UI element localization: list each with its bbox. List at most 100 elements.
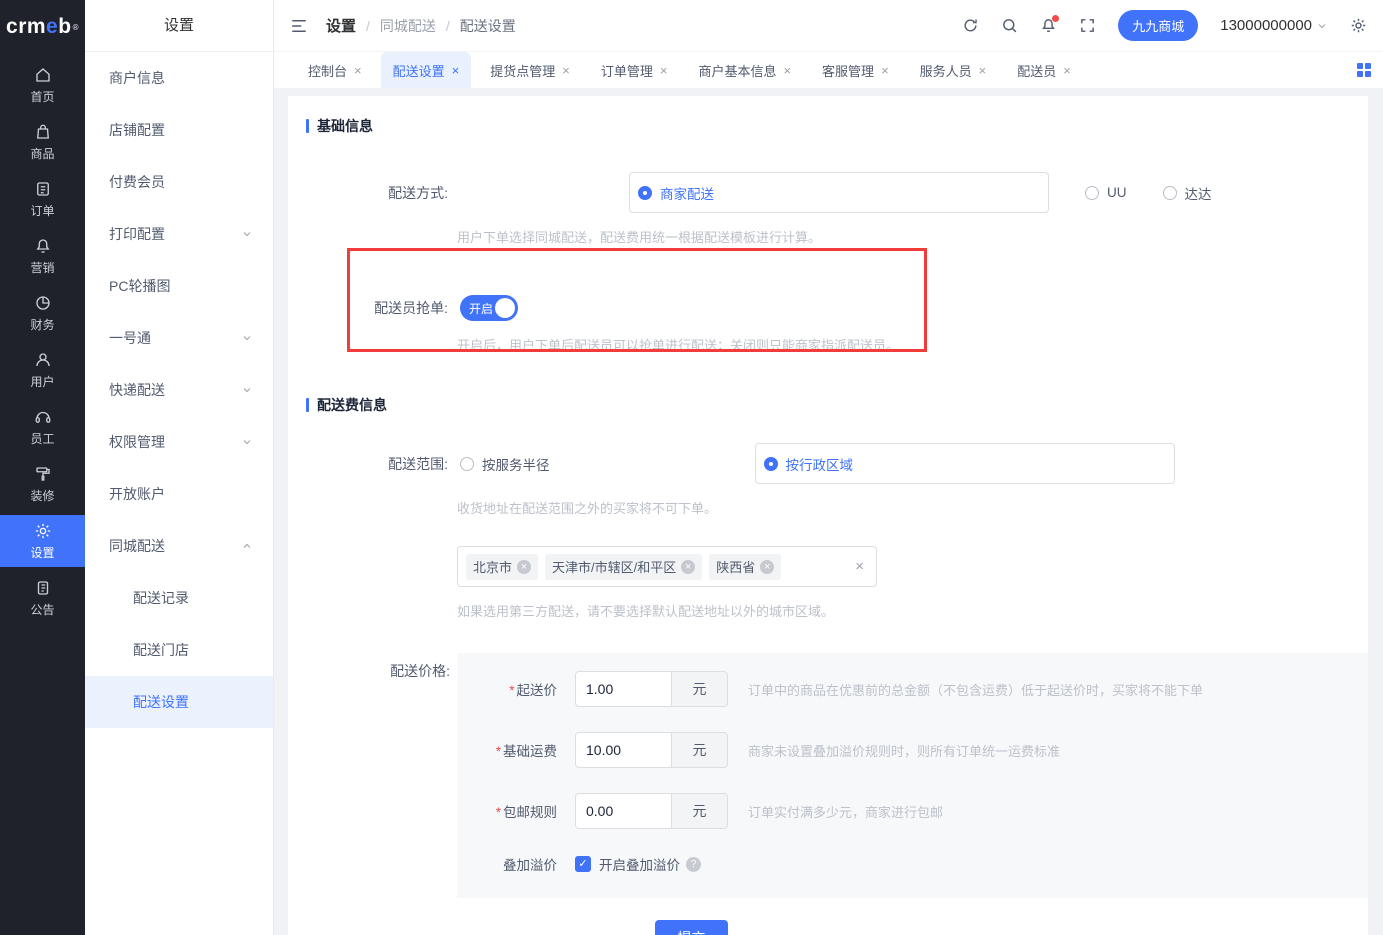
grab-order-toggle[interactable]: 开启 bbox=[460, 295, 518, 321]
submenu-item-print-config[interactable]: 打印配置 bbox=[85, 208, 273, 260]
tab-close-icon[interactable]: × bbox=[452, 64, 460, 77]
main-content-area: 基础信息 配送方式: 商家配送 UU 达达 用户下单选择同城配送，配送费用统一根… bbox=[274, 88, 1383, 935]
region-tag: 北京市 bbox=[466, 554, 538, 580]
tab-close-icon[interactable]: × bbox=[1063, 64, 1071, 77]
tab-close-icon[interactable]: × bbox=[660, 64, 668, 77]
breadcrumb-settings[interactable]: 设置 bbox=[326, 15, 356, 36]
submenu-item-delivery-records[interactable]: 配送记录 bbox=[85, 572, 273, 624]
radio-off-icon bbox=[460, 457, 474, 471]
breadcrumb-city-delivery[interactable]: 同城配送 bbox=[380, 16, 436, 36]
tab-delivery-settings[interactable]: 配送设置× bbox=[381, 52, 472, 88]
submenu-item-merchant-info[interactable]: 商户信息 bbox=[85, 52, 273, 104]
submenu-item-store-config[interactable]: 店铺配置 bbox=[85, 104, 273, 156]
base-freight-input[interactable] bbox=[575, 732, 672, 768]
section-title-basic: 基础信息 bbox=[306, 116, 1368, 136]
sidebar-item-orders[interactable]: 订单 bbox=[0, 173, 85, 225]
announcement-icon bbox=[34, 579, 52, 597]
delivery-range-options: 按服务半径 按行政区域 bbox=[460, 443, 1211, 484]
unit-yuan: 元 bbox=[671, 732, 728, 768]
tab-console[interactable]: 控制台× bbox=[296, 52, 374, 88]
grab-order-help: 开启后，用户下单后配送员可以抢单进行配送；关闭则只能商家指派配送员。 bbox=[457, 337, 1368, 355]
surcharge-checkbox[interactable] bbox=[575, 856, 591, 872]
surcharge-checkbox-label[interactable]: 开启叠加溢价 bbox=[599, 854, 680, 874]
pie-chart-icon bbox=[34, 294, 52, 312]
grab-order-label: 配送员抢单: bbox=[288, 298, 448, 318]
submenu-title: 设置 bbox=[85, 0, 273, 52]
primary-sidebar: crmeb® 首页 商品 订单 营销 财务 用户 员工 装修 设置 公告 bbox=[0, 0, 85, 935]
sidebar-item-settings[interactable]: 设置 bbox=[0, 515, 85, 567]
account-phone[interactable]: 13000000000 bbox=[1220, 17, 1328, 34]
settings-gear-icon[interactable] bbox=[1350, 17, 1367, 34]
submenu-item-delivery-settings[interactable]: 配送设置 bbox=[85, 676, 273, 728]
delivery-price-panel: 起送价 元 订单中的商品在优惠前的总金额（不包含运费）低于起送价时，买家将不能下… bbox=[457, 653, 1368, 898]
base-freight-desc: 商家未设置叠加溢价规则时，则所有订单统一运费标准 bbox=[748, 741, 1060, 760]
fullscreen-icon[interactable] bbox=[1079, 17, 1096, 34]
radio-service-radius[interactable]: 按服务半径 bbox=[460, 454, 550, 474]
base-freight-row: 基础运费 元 商家未设置叠加溢价规则时，则所有订单统一运费标准 bbox=[487, 732, 1368, 768]
chevron-up-icon bbox=[241, 540, 253, 552]
submenu-item-express-delivery[interactable]: 快递配送 bbox=[85, 364, 273, 416]
tab-close-icon[interactable]: × bbox=[783, 64, 791, 77]
remove-tag-icon[interactable] bbox=[760, 560, 774, 574]
unit-yuan: 元 bbox=[671, 671, 728, 707]
submenu-item-pc-banner[interactable]: PC轮播图 bbox=[85, 260, 273, 312]
tab-close-icon[interactable]: × bbox=[562, 64, 570, 77]
submenu-item-open-account[interactable]: 开放账户 bbox=[85, 468, 273, 520]
submenu-item-city-delivery[interactable]: 同城配送 bbox=[85, 520, 273, 572]
tab-service-staff[interactable]: 服务人员× bbox=[908, 52, 999, 88]
delivery-method-help: 用户下单选择同城配送，配送费用统一根据配送模板进行计算。 bbox=[457, 229, 1368, 247]
submenu-item-paid-member[interactable]: 付费会员 bbox=[85, 156, 273, 208]
free-shipping-rule-desc: 订单实付满多少元，商家进行包邮 bbox=[748, 802, 943, 821]
radio-admin-region[interactable]: 按行政区域 bbox=[755, 443, 1175, 484]
headset-icon bbox=[34, 408, 52, 426]
tab-delivery-staff[interactable]: 配送员× bbox=[1005, 52, 1083, 88]
tab-close-icon[interactable]: × bbox=[354, 64, 362, 77]
top-header: 设置 / 同城配送 / 配送设置 九九商城 13000000000 bbox=[274, 0, 1383, 52]
surcharge-row: 叠加溢价 开启叠加溢价 bbox=[487, 854, 1368, 874]
store-badge[interactable]: 九九商城 bbox=[1118, 10, 1198, 41]
radio-merchant-delivery[interactable]: 商家配送 bbox=[629, 172, 1049, 213]
collapse-menu-icon[interactable] bbox=[290, 17, 308, 35]
refresh-icon[interactable] bbox=[962, 17, 979, 34]
radio-dada[interactable]: 达达 bbox=[1163, 183, 1212, 203]
help-question-icon[interactable] bbox=[686, 857, 701, 872]
sidebar-item-marketing[interactable]: 营销 bbox=[0, 230, 85, 282]
breadcrumb-delivery-settings[interactable]: 配送设置 bbox=[460, 16, 516, 36]
delivery-price-label: 配送价格: bbox=[288, 653, 450, 681]
radio-uu[interactable]: UU bbox=[1085, 185, 1127, 200]
sidebar-item-home[interactable]: 首页 bbox=[0, 59, 85, 111]
clear-select-icon[interactable] bbox=[855, 558, 864, 575]
submenu-item-yihaotong[interactable]: 一号通 bbox=[85, 312, 273, 364]
tab-list-grid-icon[interactable] bbox=[1357, 63, 1371, 77]
base-freight-label: 基础运费 bbox=[487, 740, 557, 760]
tab-close-icon[interactable]: × bbox=[881, 64, 889, 77]
tab-pickup-points[interactable]: 提货点管理× bbox=[478, 52, 582, 88]
tab-merchant-basic-info[interactable]: 商户基本信息× bbox=[686, 52, 803, 88]
min-order-price-input[interactable] bbox=[575, 671, 672, 707]
sidebar-item-finance[interactable]: 财务 bbox=[0, 287, 85, 339]
gear-icon bbox=[34, 522, 52, 540]
sidebar-item-notice[interactable]: 公告 bbox=[0, 572, 85, 624]
sidebar-item-decorate[interactable]: 装修 bbox=[0, 458, 85, 510]
free-shipping-rule-input[interactable] bbox=[575, 793, 672, 829]
remove-tag-icon[interactable] bbox=[517, 560, 531, 574]
submenu-item-delivery-stores[interactable]: 配送门店 bbox=[85, 624, 273, 676]
sidebar-item-staff[interactable]: 员工 bbox=[0, 401, 85, 453]
tab-order-management[interactable]: 订单管理× bbox=[589, 52, 680, 88]
tab-customer-service[interactable]: 客服管理× bbox=[810, 52, 901, 88]
chevron-down-icon bbox=[241, 332, 253, 344]
breadcrumb: 设置 / 同城配送 / 配送设置 bbox=[326, 15, 516, 36]
app-logo[interactable]: crmeb® bbox=[0, 0, 85, 54]
free-shipping-rule-row: 包邮规则 元 订单实付满多少元，商家进行包邮 bbox=[487, 793, 1368, 829]
search-icon[interactable] bbox=[1001, 17, 1018, 34]
header-actions: 九九商城 13000000000 bbox=[962, 10, 1367, 41]
logo-text: crm bbox=[6, 15, 46, 39]
submenu-item-permissions[interactable]: 权限管理 bbox=[85, 416, 273, 468]
sidebar-item-users[interactable]: 用户 bbox=[0, 344, 85, 396]
notification-bell-icon[interactable] bbox=[1040, 17, 1057, 34]
region-select[interactable]: 北京市 天津市/市辖区/和平区 陕西省 bbox=[457, 546, 877, 587]
sidebar-item-goods[interactable]: 商品 bbox=[0, 116, 85, 168]
tab-close-icon[interactable]: × bbox=[979, 64, 987, 77]
submit-button[interactable]: 提交 bbox=[655, 920, 728, 935]
remove-tag-icon[interactable] bbox=[681, 560, 695, 574]
